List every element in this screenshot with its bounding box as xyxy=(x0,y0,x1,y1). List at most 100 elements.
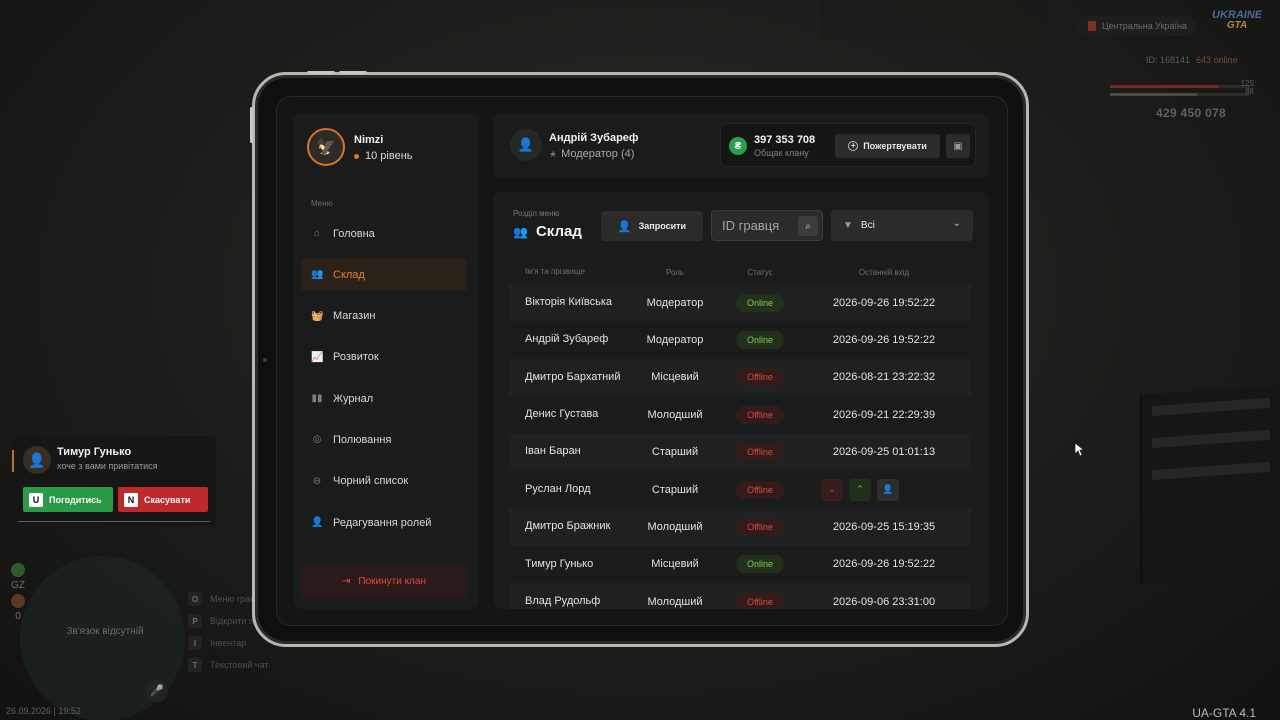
user-role: ★ Модератор (4) xyxy=(549,148,634,160)
sidebar-item-members[interactable]: 👥 Склад xyxy=(301,258,467,292)
leave-label: Покинути клан xyxy=(358,576,426,587)
chevron-up-icon: ⌃ xyxy=(856,484,864,495)
chevron-down-icon: ⌄ xyxy=(828,484,836,495)
role-filter-select[interactable]: ▼ Всі ⌄ xyxy=(831,210,973,241)
box-icon: ▣ xyxy=(953,140,963,152)
sidebar-item-label: Журнал xyxy=(333,392,374,405)
table-row[interactable]: Дмитро Бархатний Місцевий Offline 2026-0… xyxy=(509,358,971,397)
home-icon: ⌂ xyxy=(313,228,321,239)
accept-button[interactable]: U Погодитись xyxy=(23,487,113,512)
member-role: Молодший xyxy=(647,408,703,421)
logo-subtext: GTA xyxy=(1226,20,1248,31)
search-icon: ⌕ xyxy=(805,220,811,232)
last-login: 2026-09-25 01:01:13 xyxy=(832,446,936,459)
donate-label: Пожертвувати xyxy=(863,141,927,151)
count-label: 0 xyxy=(15,611,21,622)
last-login: 2026-08-21 23:22:32 xyxy=(832,371,936,384)
table-row[interactable]: Андрій Зубареф Модератор Online 2026-09-… xyxy=(509,321,971,359)
sidebar-item-journal[interactable]: ▮▮ Журнал xyxy=(301,382,467,415)
members-panel: Розділ меню 👥 Склад 👤 Запросити ⌕ ▼ Всі … xyxy=(493,192,989,609)
last-login: 2026-09-21 22:29:39 xyxy=(832,408,936,421)
tablet-button xyxy=(307,71,335,74)
chevron-down-icon: ⌄ xyxy=(952,218,961,229)
table-row[interactable]: Дмитро Бражник Молодший Offline 2026-09-… xyxy=(509,508,971,546)
armor-bar: 88 xyxy=(1110,87,1254,96)
member-name: Денис Густава xyxy=(525,408,599,421)
add-user-icon: 👤 xyxy=(617,220,632,233)
popup-name: Тимур Гунько xyxy=(57,446,132,458)
sidebar-item-label: Розвиток xyxy=(333,351,379,364)
member-role: Молодший xyxy=(647,595,703,608)
status-badge: Offline xyxy=(736,480,784,499)
member-name: Руслан Лорд xyxy=(525,482,591,495)
clan-fund: ₴ 397 353 708 Общак клану + Пожертвувати… xyxy=(720,123,976,167)
search-input[interactable] xyxy=(712,211,796,240)
status-badge: Offline xyxy=(736,368,784,387)
camera-icon xyxy=(263,358,267,362)
coin-icon: ₴ xyxy=(729,137,747,155)
cancel-button[interactable]: N Скасувати xyxy=(118,487,208,512)
leave-clan-button[interactable]: ⇥ Покинути клан xyxy=(301,565,467,598)
health-bar: 125 xyxy=(1110,79,1254,88)
table-row[interactable]: Влад Рудольф Молодший Offline 2026-09-06… xyxy=(509,583,971,609)
table-row[interactable]: Руслан Лорд Старший Offline ⌄ ⌃ 👤 xyxy=(509,470,971,509)
donate-button[interactable]: + Пожертвувати xyxy=(835,134,940,158)
user-name: Андрій Зубареф xyxy=(549,132,639,144)
player-search: ⌕ xyxy=(711,210,823,241)
member-name: Іван Баран xyxy=(525,445,581,458)
background-shape xyxy=(1140,385,1280,585)
member-role: Старший xyxy=(651,446,699,459)
table-row[interactable]: Іван Баран Старший Offline 2026-09-25 01… xyxy=(509,433,971,471)
members-icon: 👥 xyxy=(311,269,324,281)
block-icon: ⊖ xyxy=(312,475,322,487)
menu-caption: Меню xyxy=(311,199,333,208)
members-icon: 👥 xyxy=(513,224,528,239)
member-role: Модератор xyxy=(646,334,704,347)
storage-box-button[interactable]: ▣ xyxy=(946,134,970,158)
profile-level: 10 рівень xyxy=(354,150,413,162)
table-row[interactable]: Вікторія Київська Модератор Online 2026-… xyxy=(509,284,971,322)
sidebar-item-home[interactable]: ⌂ Головна xyxy=(301,217,467,250)
table-row[interactable]: Денис Густава Молодший Offline 2026-09-2… xyxy=(509,396,971,434)
minimap-status: Зв'язок відсутній xyxy=(66,626,144,637)
status-badge: Online xyxy=(736,293,784,312)
status-badge: Online xyxy=(736,555,784,574)
promote-button[interactable]: ⌃ xyxy=(849,478,871,501)
member-name: Андрій Зубареф xyxy=(525,333,609,346)
level-label: 10 рівень xyxy=(365,150,413,162)
demote-button[interactable]: ⌄ xyxy=(821,478,843,501)
version-label: UA-GTA 4.1 xyxy=(1192,706,1256,720)
filter-icon: ▼ xyxy=(843,220,853,231)
sidebar-item-development[interactable]: 📈 Розвиток xyxy=(301,341,467,374)
member-name: Вікторія Київська xyxy=(525,295,613,308)
member-name: Тимур Гунько xyxy=(525,557,594,570)
sidebar-item-blacklist[interactable]: ⊖ Чорний список xyxy=(301,465,467,498)
search-button[interactable]: ⌕ xyxy=(798,216,818,236)
status-badge: Offline xyxy=(736,592,784,609)
member-name: Дмитро Бражник xyxy=(525,520,611,533)
member-name: Дмитро Бархатний xyxy=(525,370,621,383)
table-row[interactable]: Тимур Гунько Місцевий Online 2026-09-26 … xyxy=(509,545,971,584)
member-name: Влад Рудольф xyxy=(525,595,601,608)
hotkey-key: T xyxy=(188,658,202,672)
profile-button[interactable]: 👤 xyxy=(877,478,899,501)
sidebar-item-shop[interactable]: 🧺 Магазин xyxy=(301,300,467,333)
member-role: Модератор xyxy=(646,296,704,309)
plus-icon: + xyxy=(848,141,859,151)
sidebar-item-roles[interactable]: 👤 Редагування ролей xyxy=(301,506,467,539)
filter-value: Всі xyxy=(860,220,875,231)
sidebar-item-hunting[interactable]: ◎ Полювання xyxy=(301,423,467,456)
member-role: Старший xyxy=(651,483,699,496)
cancel-label: Скасувати xyxy=(144,494,191,505)
gz-label: GZ xyxy=(11,580,25,591)
hotkey-label: Інвентар xyxy=(210,638,247,648)
armor-value: 88 xyxy=(1245,87,1254,96)
hotkey-label: Текстовий чат xyxy=(210,660,269,670)
column-header: Останній вхід xyxy=(858,267,910,277)
fund-amount: 397 353 708 xyxy=(754,134,816,146)
game-logo: UKRAINE GTA xyxy=(1212,10,1262,31)
book-icon: ▮▮ xyxy=(311,393,323,405)
invite-button[interactable]: 👤 Запросити xyxy=(601,211,703,241)
column-header: Статус xyxy=(747,267,773,277)
last-login: 2026-09-06 23:31:00 xyxy=(832,595,936,608)
